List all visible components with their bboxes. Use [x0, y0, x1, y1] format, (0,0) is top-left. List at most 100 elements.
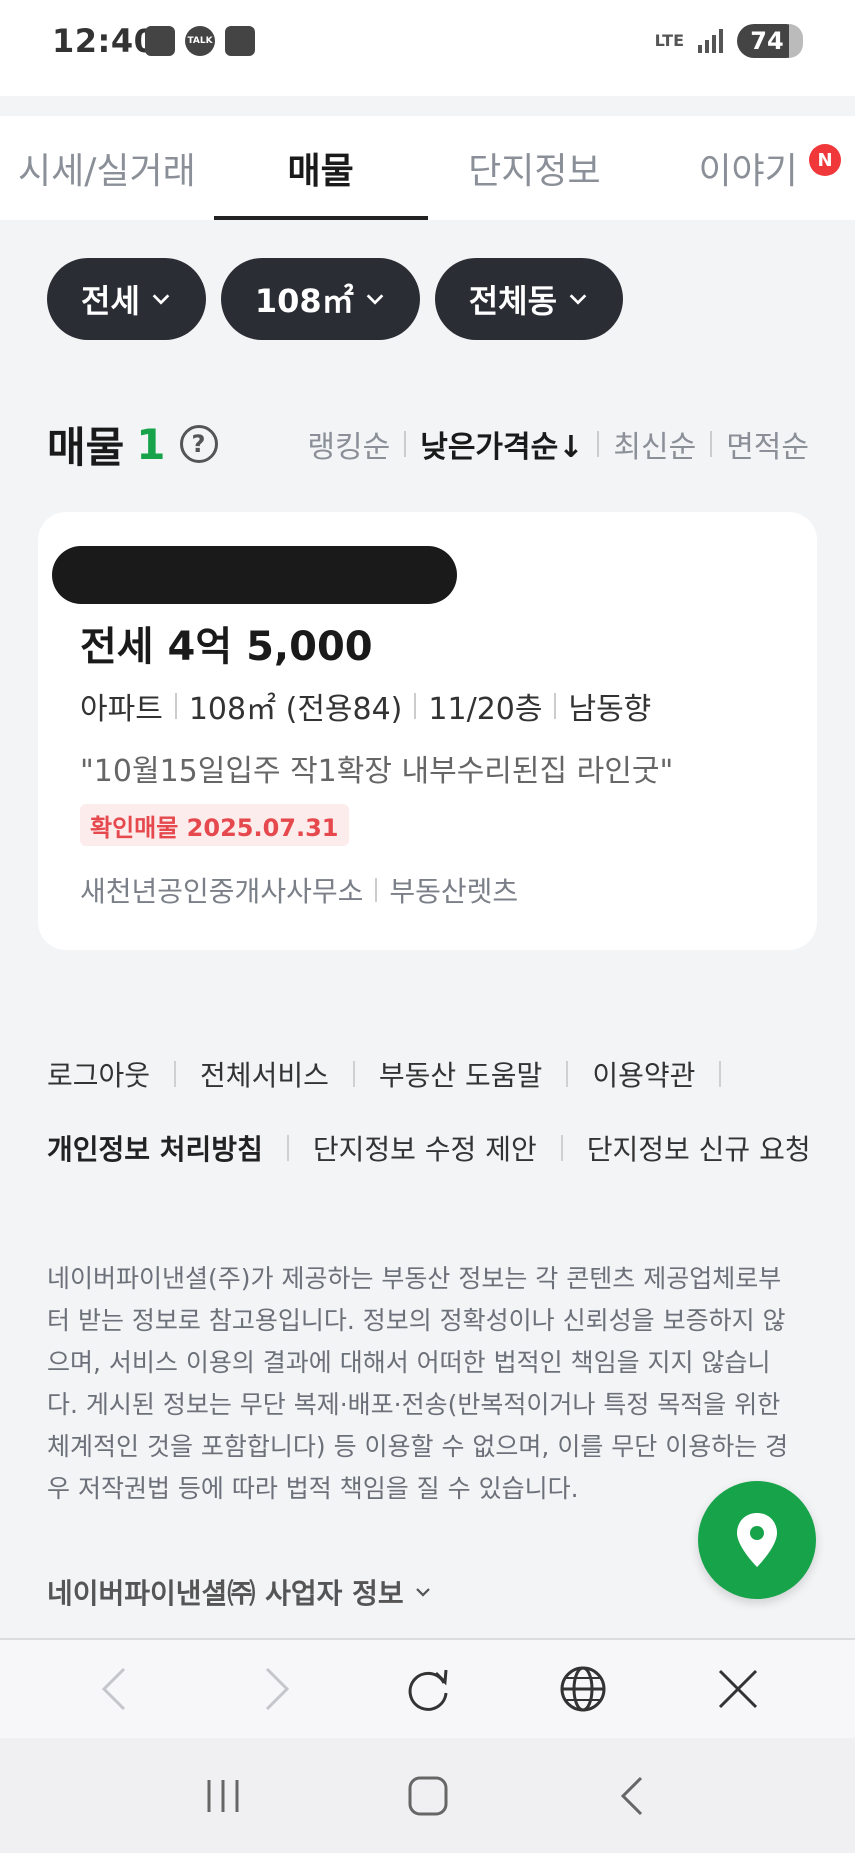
link-privacy[interactable]: 개인정보 처리방침 [47, 1128, 263, 1168]
link-all-services[interactable]: 전체서비스 [200, 1054, 329, 1094]
listing-count: 1 [136, 419, 166, 469]
sort-ranking[interactable]: 랭킹순 [307, 422, 390, 466]
filter-building[interactable]: 전체동 [434, 258, 624, 340]
filter-trade-type-label: 전세 [81, 282, 140, 320]
filter-bar: 전세 108㎡ 전체동 [47, 258, 624, 340]
back-arrow-icon [101, 1667, 125, 1711]
battery-indicator: 74 [737, 24, 803, 58]
new-badge: N [809, 144, 841, 176]
home-button[interactable] [398, 1766, 458, 1826]
browser-globe-button[interactable] [553, 1659, 613, 1719]
globe-icon [560, 1666, 605, 1712]
close-icon [718, 1669, 757, 1709]
link-logout[interactable]: 로그아웃 [47, 1054, 150, 1094]
help-icon[interactable]: ? [179, 425, 218, 463]
news-icon [225, 26, 255, 56]
filter-area-label: 108㎡ [254, 282, 354, 320]
listing-title: 매물 [47, 422, 125, 472]
business-info-label: 네이버파이낸셜㈜ 사업자 정보 [47, 1577, 404, 1610]
link-help[interactable]: 부동산 도움말 [379, 1054, 542, 1094]
disclaimer-line: 다. 게시된 정보는 무단 복제·배포·전송(반복적이거나 특정 목적을 위한 [47, 1390, 781, 1419]
listing-description: "10월15일입주 작1확장 내부수리된집 라인굿" [80, 754, 674, 789]
kakaotalk-icon: TALK [185, 26, 215, 56]
battery-level: 74 [750, 27, 784, 55]
redacted-title [52, 546, 457, 604]
disclaimer-line: 체계적인 것을 포함합니다) 등 이용할 수 없으며, 이를 무단 이용하는 경 [47, 1432, 789, 1461]
verified-badge: 확인매물 2025.07.31 [80, 804, 349, 846]
tab-complex-info[interactable]: 단지정보 [428, 116, 642, 220]
browser-refresh-button[interactable] [398, 1659, 458, 1719]
divider [174, 1061, 177, 1087]
spec-floor: 11/20층 [428, 692, 543, 727]
footer-links-row1: 로그아웃 전체서비스 부동산 도움말 이용약관 [47, 1054, 827, 1094]
sort-low-price[interactable]: 낮은가격순↓ [420, 422, 583, 466]
listing-agents: 새천년공인중개사사무소 부동산렛츠 [80, 870, 518, 910]
signal-icon [698, 29, 723, 53]
status-bar: 12:40 TALK LTE 74 [0, 0, 855, 96]
notification-icons: TALK [145, 26, 255, 56]
agent-source: 부동산렛츠 [389, 875, 519, 908]
footer-links-row2: 개인정보 처리방침 단지정보 수정 제안 단지정보 신규 요청 [47, 1128, 827, 1168]
link-edit-proposal[interactable]: 단지정보 수정 제안 [313, 1128, 537, 1168]
filter-building-label: 전체동 [468, 282, 558, 320]
listing-price: 전세 4억 5,000 [80, 624, 373, 670]
divider [554, 693, 557, 719]
disclaimer-line: 터 받는 정보로 참고용입니다. 정보의 정확성이나 신뢰성을 보증하지 않 [47, 1306, 786, 1335]
map-button[interactable] [698, 1481, 816, 1599]
divider [719, 1061, 722, 1087]
listing-specs: 아파트 108㎡ (전용84) 11/20층 남동향 [80, 684, 651, 728]
spec-type: 아파트 [80, 692, 163, 727]
link-new-request[interactable]: 단지정보 신규 요청 [587, 1128, 811, 1168]
browser-close-button[interactable] [708, 1659, 768, 1719]
agent-name: 새천년공인중개사사무소 [80, 875, 364, 908]
filter-area[interactable]: 108㎡ [220, 258, 420, 340]
listing-card[interactable]: 전세 4억 5,000 아파트 108㎡ (전용84) 11/20층 남동향 "… [38, 512, 817, 950]
network-type: LTE [654, 31, 684, 50]
tab-bar: 시세/실거래 매물 단지정보 이야기 N [0, 116, 855, 220]
system-back-button[interactable] [603, 1766, 663, 1826]
divider [710, 431, 713, 457]
spec-area: 108㎡ (전용84) [188, 692, 403, 727]
browser-toolbar [0, 1638, 855, 1738]
back-icon [620, 1776, 642, 1815]
listing-header: 매물 1 ? 랭킹순 낮은가격순↓ 최신순 면적순 [47, 416, 809, 472]
filter-trade-type[interactable]: 전세 [47, 258, 206, 340]
divider [174, 693, 177, 719]
screenshot-icon [145, 26, 175, 56]
business-info-toggle[interactable]: 네이버파이낸셜㈜ 사업자 정보 [47, 1572, 432, 1612]
tab-stories[interactable]: 이야기 N [641, 116, 855, 220]
recent-apps-icon [207, 1779, 238, 1812]
spec-direction: 남동향 [568, 692, 652, 727]
disclaimer-line: 우 저작권법 등에 따라 법적 책임을 질 수 있습니다. [47, 1474, 579, 1503]
chevron-down-icon [366, 294, 384, 305]
forward-arrow-icon [265, 1667, 289, 1711]
browser-back-button[interactable] [88, 1659, 148, 1719]
disclaimer-line: 으며, 서비스 이용의 결과에 대해서 어떠한 법적인 책임을 지지 않습니 [47, 1348, 771, 1377]
divider [560, 1135, 563, 1161]
divider [352, 1061, 355, 1087]
disclaimer-line: 네이버파이낸셜(주)가 제공하는 부동산 정보는 각 콘텐츠 제공업체로부 [47, 1264, 782, 1293]
divider [566, 1061, 569, 1087]
map-pin-icon [737, 1513, 777, 1567]
refresh-icon [408, 1669, 447, 1711]
system-indicators: LTE 74 [655, 24, 803, 58]
browser-forward-button[interactable] [243, 1659, 303, 1719]
chevron-down-icon [569, 294, 587, 305]
recent-apps-button[interactable] [193, 1766, 253, 1826]
sort-area[interactable]: 면적순 [726, 422, 809, 466]
chevron-down-icon [152, 294, 170, 305]
divider [414, 693, 417, 719]
divider [404, 431, 407, 457]
divider [375, 878, 378, 902]
chevron-down-icon [415, 1588, 430, 1597]
sort-newest[interactable]: 최신순 [613, 422, 696, 466]
status-time: 12:40 [52, 22, 157, 60]
divider [597, 431, 600, 457]
tab-listings[interactable]: 매물 [213, 116, 428, 220]
home-icon [408, 1776, 447, 1815]
sort-options: 랭킹순 낮은가격순↓ 최신순 면적순 [307, 422, 809, 466]
tab-price-history[interactable]: 시세/실거래 [0, 116, 214, 220]
link-terms[interactable]: 이용약관 [592, 1054, 695, 1094]
tab-stories-label: 이야기 [698, 151, 798, 192]
divider [286, 1135, 289, 1161]
